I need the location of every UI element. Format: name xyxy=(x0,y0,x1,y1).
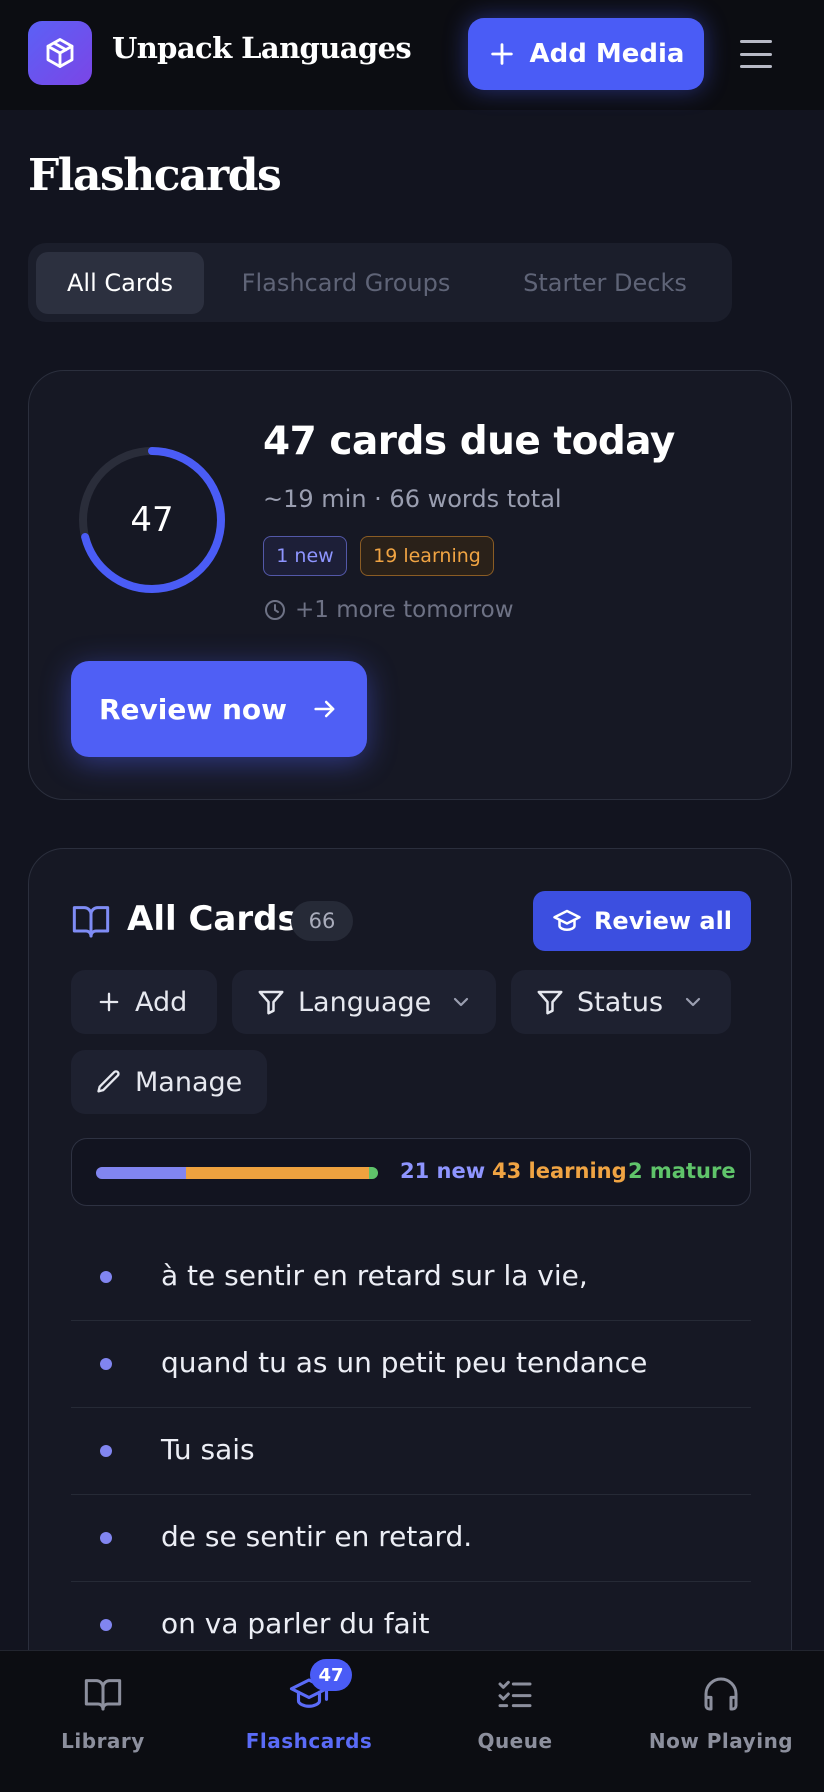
plus-icon xyxy=(99,992,119,1012)
due-title: 47 cards due today xyxy=(263,419,675,464)
hamburger-icon[interactable] xyxy=(738,36,774,72)
card-text: à te sentir en retard sur la vie, xyxy=(161,1259,588,1292)
nav-label: Library xyxy=(61,1729,145,1753)
app-title: Unpack Languages xyxy=(112,31,412,65)
headphones-icon xyxy=(704,1677,738,1711)
manage-label: Manage xyxy=(135,1066,243,1098)
pencil-icon xyxy=(97,1070,120,1093)
due-today-card: 47 47 cards due today ~19 min · 66 words… xyxy=(28,370,792,800)
review-all-label: Review all xyxy=(593,907,733,935)
due-count: 47 xyxy=(130,500,174,540)
list-item[interactable]: Tu sais xyxy=(71,1408,751,1495)
manage-button[interactable]: Manage xyxy=(71,1050,267,1114)
all-cards-title: All Cards xyxy=(127,899,298,939)
card-count-badge: 66 xyxy=(291,901,353,941)
status-dot xyxy=(100,1532,112,1544)
language-filter-label: Language xyxy=(298,986,432,1018)
status-filter[interactable]: Status xyxy=(511,970,731,1034)
tomorrow-text: +1 more tomorrow xyxy=(295,597,514,623)
arrow-right-icon xyxy=(314,700,335,718)
add-media-button[interactable]: Add Media xyxy=(468,18,704,90)
review-now-label: Review now xyxy=(98,692,288,726)
flashcards-badge: 47 xyxy=(310,1659,352,1691)
status-dot xyxy=(100,1445,112,1457)
plus-icon xyxy=(490,43,513,65)
bar-segment-new xyxy=(96,1167,186,1179)
nav-label: Now Playing xyxy=(648,1729,794,1753)
nav-flashcards[interactable]: 47 Flashcards xyxy=(206,1651,412,1792)
status-dot xyxy=(100,1358,112,1370)
nav-library[interactable]: Library xyxy=(0,1651,206,1792)
legend-new: 21 new xyxy=(400,1159,486,1183)
tab-starter-decks[interactable]: Starter Decks xyxy=(496,252,714,314)
list-checks-icon xyxy=(498,1680,532,1708)
review-all-button[interactable]: Review all xyxy=(533,891,751,951)
status-dot xyxy=(100,1271,112,1283)
bar-segment-learning xyxy=(185,1167,370,1179)
add-card-button[interactable]: Add xyxy=(71,970,217,1034)
list-item[interactable]: de se sentir en retard. xyxy=(71,1495,751,1582)
nav-queue[interactable]: Queue xyxy=(412,1651,618,1792)
status-bar xyxy=(96,1167,378,1179)
card-text: de se sentir en retard. xyxy=(161,1520,473,1553)
card-text: on va parler du fait xyxy=(161,1607,430,1640)
chevron-down-icon xyxy=(685,997,701,1007)
card-text: Tu sais xyxy=(161,1433,255,1466)
status-dot xyxy=(100,1619,112,1631)
due-subtitle: ~19 min · 66 words total xyxy=(263,485,562,513)
nav-label: Queue xyxy=(477,1729,553,1753)
language-filter[interactable]: Language xyxy=(232,970,496,1034)
filter-icon xyxy=(537,990,563,1015)
page-title: Flashcards xyxy=(28,150,282,201)
list-item[interactable]: quand tu as un petit peu tendance xyxy=(71,1321,751,1408)
tomorrow-note: +1 more tomorrow xyxy=(263,597,514,623)
nav-now-playing[interactable]: Now Playing xyxy=(618,1651,824,1792)
add-media-label: Add Media xyxy=(529,39,685,69)
filter-icon xyxy=(258,990,284,1015)
book-open-icon xyxy=(72,906,110,938)
status-progress: 21 new 43 learning 2 mature xyxy=(71,1138,751,1206)
new-badge: 1 new xyxy=(263,536,347,576)
book-open-icon xyxy=(84,1679,122,1711)
nav-label: Flashcards xyxy=(245,1729,373,1753)
top-bar: Unpack Languages Add Media xyxy=(0,0,824,110)
tab-all-cards[interactable]: All Cards xyxy=(36,252,204,314)
review-now-button[interactable]: Review now xyxy=(71,661,367,757)
clock-icon xyxy=(265,600,285,620)
list-item[interactable]: à te sentir en retard sur la vie, xyxy=(71,1234,751,1321)
status-filter-label: Status xyxy=(577,986,664,1018)
chevron-down-icon xyxy=(454,997,469,1007)
bottom-nav: Library 47 Flashcards Queue Now Playing xyxy=(0,1650,824,1792)
card-text: quand tu as un petit peu tendance xyxy=(161,1346,648,1379)
add-label: Add xyxy=(135,986,188,1018)
learning-badge: 19 learning xyxy=(360,536,494,576)
legend-mature: 2 mature xyxy=(628,1159,736,1183)
graduation-cap-icon xyxy=(553,909,581,931)
tab-flashcard-groups[interactable]: Flashcard Groups xyxy=(224,252,468,314)
bar-segment-mature xyxy=(369,1167,378,1179)
tab-bar: All Cards Flashcard Groups Starter Decks xyxy=(28,243,732,322)
legend-learning: 43 learning xyxy=(492,1159,627,1183)
package-icon[interactable] xyxy=(28,21,92,85)
